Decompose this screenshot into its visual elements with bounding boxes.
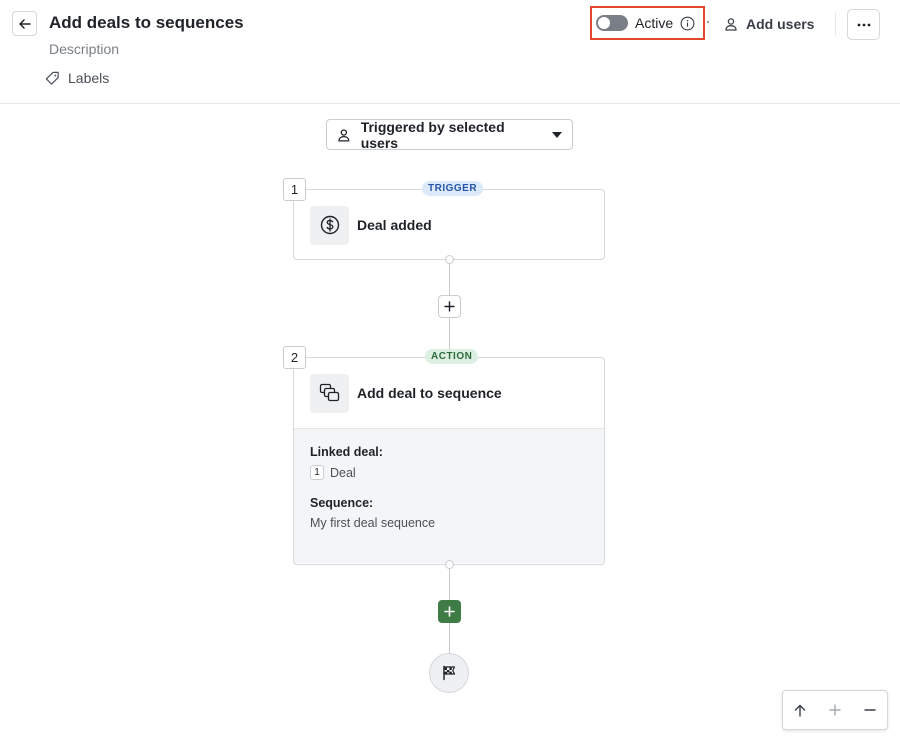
add-step-button[interactable]: [438, 295, 461, 318]
dollar-circle-icon: [310, 205, 349, 245]
step-details: Linked deal: 1 Deal Sequence: My first d…: [294, 428, 604, 563]
description-field[interactable]: Description: [49, 41, 119, 57]
labels-label: Labels: [68, 70, 110, 86]
trigger-users-dropdown[interactable]: Triggered by selected users: [326, 118, 573, 151]
step-number: 2: [283, 346, 306, 369]
connector-dot: [445, 255, 454, 264]
step-card-trigger[interactable]: Deal added: [293, 189, 605, 260]
separator-dot: [707, 21, 709, 23]
sequence-value: My first deal sequence: [310, 516, 436, 530]
step-title: Deal added: [357, 217, 432, 233]
tag-icon: [45, 71, 59, 85]
checkered-flag-icon: [443, 665, 456, 681]
active-toggle[interactable]: [596, 15, 628, 31]
page-title: Add deals to sequences: [49, 13, 244, 32]
user-icon: [338, 128, 350, 142]
page-header: Add deals to sequences Description Label…: [0, 0, 900, 104]
more-options-button[interactable]: [847, 9, 880, 40]
finish-node: [429, 653, 469, 693]
caret-down-icon: [552, 131, 562, 138]
field-label: Sequence:: [310, 496, 374, 510]
sequence-icon: [310, 373, 349, 413]
arrow-left-icon: [18, 18, 31, 29]
trigger-badge: TRIGGER: [422, 181, 484, 196]
step-ref-number: 1: [310, 465, 324, 480]
zoom-in-icon[interactable]: [823, 698, 847, 722]
field-label: Linked deal:: [310, 445, 383, 459]
add-users-button[interactable]: Add users: [724, 14, 814, 34]
field-value: 1 Deal: [310, 465, 588, 480]
add-step-button[interactable]: [438, 600, 461, 623]
step-card-action[interactable]: Add deal to sequence Linked deal: 1 Deal…: [293, 357, 605, 565]
step-title: Add deal to sequence: [357, 385, 502, 401]
header-divider: [835, 12, 836, 36]
add-users-label: Add users: [746, 16, 815, 32]
step-card-header: Add deal to sequence: [294, 358, 604, 428]
canvas-controls: [782, 690, 888, 730]
info-icon[interactable]: [680, 16, 695, 31]
connector-dot: [445, 560, 454, 569]
active-label: Active: [635, 15, 674, 31]
more-horizontal-icon: [857, 23, 870, 26]
plus-icon: [444, 606, 455, 617]
back-button[interactable]: [12, 11, 37, 36]
active-toggle-group: Active: [590, 6, 705, 40]
user-icon: [725, 18, 737, 31]
labels-button[interactable]: Labels: [45, 70, 109, 86]
plus-icon: [444, 301, 455, 312]
step-number: 1: [283, 178, 306, 201]
step-card-header: Deal added: [294, 190, 604, 259]
zoom-out-icon[interactable]: [858, 698, 882, 722]
arrow-up-icon[interactable]: [788, 698, 812, 722]
linked-deal-value: Deal: [330, 465, 356, 480]
trigger-users-label: Triggered by selected users: [360, 118, 505, 151]
action-badge: ACTION: [425, 349, 479, 364]
